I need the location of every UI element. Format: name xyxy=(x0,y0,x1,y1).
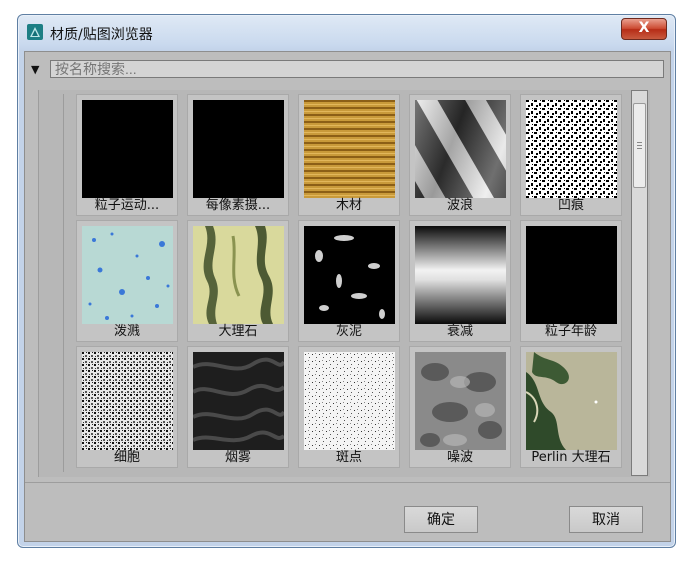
scrollbar-thumb[interactable] xyxy=(633,103,646,188)
material-tile-splat[interactable]: 泼溅 xyxy=(76,220,178,342)
material-tile-marble[interactable]: 大理石 xyxy=(187,220,289,342)
search-row: ▼ xyxy=(29,60,667,80)
material-tile-smoke[interactable]: 烟雾 xyxy=(187,346,289,468)
material-map-browser-window: 材质/贴图浏览器 X ▼ 粒子运动... 每像素摄... xyxy=(17,14,676,548)
stucco-thumbnail xyxy=(304,226,395,324)
material-tile-speckle[interactable]: 斑点 xyxy=(298,346,400,468)
title-bar[interactable]: 材质/贴图浏览器 X xyxy=(18,15,675,51)
speckle-thumbnail xyxy=(304,352,395,450)
material-tile-stucco[interactable]: 灰泥 xyxy=(298,220,400,342)
window-title: 材质/贴图浏览器 xyxy=(50,27,153,43)
waves-thumbnail xyxy=(415,100,506,198)
material-tile-noise[interactable]: 噪波 xyxy=(409,346,511,468)
wood-thumbnail xyxy=(304,100,395,198)
material-label: 波浪 xyxy=(446,198,473,213)
cancel-button[interactable]: 取消 xyxy=(569,506,643,533)
material-tile-cellular[interactable]: 细胞 xyxy=(76,346,178,468)
material-label: 大理石 xyxy=(218,324,258,339)
material-label: 灰泥 xyxy=(335,324,362,339)
client-area: ▼ 粒子运动... 每像素摄... xyxy=(24,51,671,542)
dent-thumbnail xyxy=(526,100,617,198)
grip-icon xyxy=(637,142,642,143)
material-label: 粒子运动... xyxy=(94,198,160,213)
ok-button[interactable]: 确定 xyxy=(404,506,478,533)
marble-thumbnail xyxy=(193,226,284,324)
falloff-thumbnail xyxy=(415,226,506,324)
material-tile-per-pixel-camera[interactable]: 每像素摄... xyxy=(187,94,289,216)
material-label: 每像素摄... xyxy=(205,198,271,213)
3dsmax-app-icon xyxy=(27,24,43,40)
menu-triangle-icon[interactable]: ▼ xyxy=(31,64,45,76)
material-label: 泼溅 xyxy=(113,324,140,339)
material-grid: 粒子运动... 每像素摄... 木材 波浪 凹痕 泼溅 大理石 灰泥 衰减 粒子… xyxy=(63,94,635,472)
search-input[interactable] xyxy=(50,60,664,78)
close-button[interactable]: X xyxy=(621,18,667,40)
material-grid-panel: 粒子运动... 每像素摄... 木材 波浪 凹痕 泼溅 大理石 灰泥 衰减 粒子… xyxy=(38,90,650,477)
material-tile-perlin-marble[interactable]: Perlin 大理石 xyxy=(520,346,622,468)
perlin-marble-thumbnail xyxy=(526,352,617,450)
divider xyxy=(25,482,670,483)
material-label: 凹痕 xyxy=(557,198,584,213)
material-tile-waves[interactable]: 波浪 xyxy=(409,94,511,216)
material-label: 细胞 xyxy=(113,450,140,465)
per-pixel-camera-thumbnail xyxy=(193,100,284,198)
noise-thumbnail xyxy=(415,352,506,450)
material-label: 衰减 xyxy=(446,324,473,339)
cellular-thumbnail xyxy=(82,352,173,450)
smoke-thumbnail xyxy=(193,352,284,450)
material-tile-wood[interactable]: 木材 xyxy=(298,94,400,216)
material-label: 烟雾 xyxy=(224,450,251,465)
material-label: 木材 xyxy=(335,198,362,213)
particle-age-thumbnail xyxy=(526,226,617,324)
splat-thumbnail xyxy=(82,226,173,324)
particle-motion-thumbnail xyxy=(82,100,173,198)
material-label: 斑点 xyxy=(335,450,362,465)
material-label: Perlin 大理石 xyxy=(531,450,611,465)
material-label: 噪波 xyxy=(446,450,473,465)
material-label: 粒子年龄 xyxy=(544,324,597,339)
material-tile-particle-age[interactable]: 粒子年龄 xyxy=(520,220,622,342)
vertical-scrollbar[interactable] xyxy=(631,90,648,476)
material-tile-particle-motion[interactable]: 粒子运动... xyxy=(76,94,178,216)
material-tile-dent[interactable]: 凹痕 xyxy=(520,94,622,216)
material-tile-falloff[interactable]: 衰减 xyxy=(409,220,511,342)
